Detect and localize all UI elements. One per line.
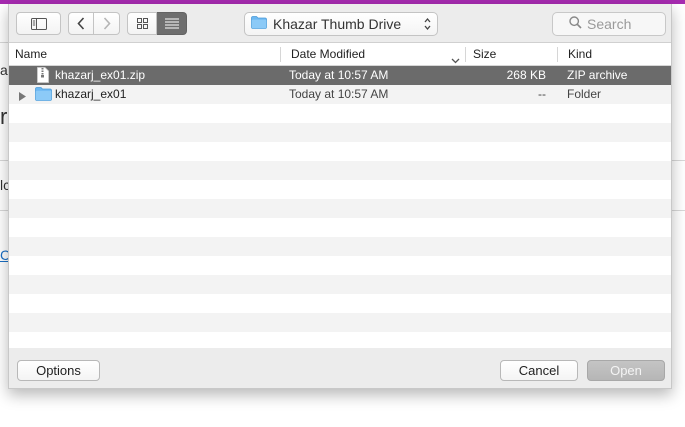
forward-button[interactable] xyxy=(94,12,120,35)
empty-row xyxy=(9,237,671,256)
empty-row xyxy=(9,275,671,294)
folder-icon xyxy=(35,87,52,104)
empty-row xyxy=(9,294,671,313)
column-divider[interactable] xyxy=(465,47,466,62)
open-button[interactable]: Open xyxy=(587,360,665,381)
empty-row xyxy=(9,332,671,348)
location-popup[interactable]: Khazar Thumb Drive xyxy=(244,12,438,36)
background-fragment: lc xyxy=(0,177,8,193)
list-header: Name Date Modified Size Kind xyxy=(9,43,671,66)
column-header-date-modified[interactable]: Date Modified xyxy=(285,43,466,65)
file-date: Today at 10:57 AM xyxy=(289,68,389,82)
up-down-chevron-icon xyxy=(424,17,431,34)
disclosure-triangle-icon[interactable] xyxy=(19,90,26,104)
file-name: khazarj_ex01 xyxy=(55,87,127,101)
column-header-name[interactable]: Name xyxy=(9,43,281,65)
column-header-date-modified-label: Date Modified xyxy=(291,47,366,61)
search-field[interactable] xyxy=(552,12,667,36)
column-divider[interactable] xyxy=(557,47,558,62)
list-view-icon xyxy=(164,18,179,29)
sidebar-icon xyxy=(30,17,47,30)
back-button[interactable] xyxy=(68,12,94,35)
column-header-size[interactable]: Size xyxy=(467,43,557,65)
cancel-button[interactable]: Cancel xyxy=(500,360,578,381)
location-label: Khazar Thumb Drive xyxy=(273,16,402,32)
open-file-dialog: Khazar Thumb Drive Name Date Modified Si… xyxy=(8,4,672,389)
file-row[interactable]: khazarj_ex01.zip Today at 10:57 AM 268 K… xyxy=(9,66,671,86)
empty-row xyxy=(9,104,671,123)
empty-row xyxy=(9,180,671,199)
file-row[interactable]: khazarj_ex01 Today at 10:57 AM -- Folder xyxy=(9,85,671,104)
empty-row xyxy=(9,199,671,218)
file-size: -- xyxy=(538,87,546,101)
sidebar-toggle-button[interactable] xyxy=(16,12,61,35)
background-fragment: a xyxy=(0,62,8,78)
search-icon xyxy=(569,16,582,32)
column-header-kind[interactable]: Kind xyxy=(562,43,671,65)
chevron-right-icon xyxy=(103,17,111,30)
icon-view-button[interactable] xyxy=(127,12,157,35)
file-list: Name Date Modified Size Kind khazarj_ex0… xyxy=(9,42,671,348)
empty-row xyxy=(9,161,671,180)
file-name: khazarj_ex01.zip xyxy=(55,68,146,82)
zip-file-icon xyxy=(37,67,49,86)
icon-view-icon xyxy=(136,18,148,29)
empty-row xyxy=(9,313,671,332)
options-button[interactable]: Options xyxy=(17,360,100,381)
file-size: 268 KB xyxy=(506,68,546,82)
folder-icon xyxy=(251,16,267,32)
chevron-left-icon xyxy=(77,17,85,30)
dialog-toolbar: Khazar Thumb Drive xyxy=(9,4,671,42)
file-date: Today at 10:57 AM xyxy=(289,87,389,101)
background-divider xyxy=(0,42,8,43)
empty-row xyxy=(9,256,671,275)
search-input[interactable] xyxy=(587,16,667,32)
dialog-footer: Options Cancel Open xyxy=(9,348,671,388)
background-fragment: r xyxy=(0,104,8,129)
file-rows: khazarj_ex01.zip Today at 10:57 AM 268 K… xyxy=(9,66,671,348)
empty-row xyxy=(9,123,671,142)
empty-row xyxy=(9,142,671,161)
file-kind: ZIP archive xyxy=(567,68,628,82)
list-view-button[interactable] xyxy=(157,12,187,35)
background-link[interactable]: C xyxy=(0,247,8,263)
column-divider[interactable] xyxy=(280,47,281,62)
empty-row xyxy=(9,218,671,237)
file-kind: Folder xyxy=(567,87,602,101)
